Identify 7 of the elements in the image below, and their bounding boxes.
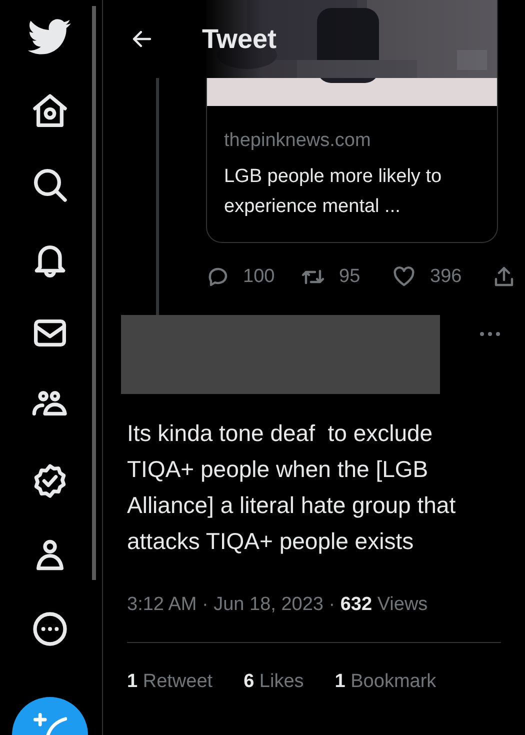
link-domain: thepinknews.com: [224, 129, 372, 153]
retweet-count: 95: [339, 266, 360, 288]
tweet-meta: 3:12 AM · Jun 18, 2023 · 632 Views: [127, 593, 429, 617]
reply-count: 100: [243, 266, 275, 288]
link-title: LGB people more likely to experience mental ...: [224, 165, 443, 219]
like-count: 396: [430, 266, 462, 288]
tweet-text: Its kinda tone deaf to exclude TIQA+ people when the [LGB Alliance] a literal hate group that attacks TIQA+ people exists: [127, 419, 457, 556]
